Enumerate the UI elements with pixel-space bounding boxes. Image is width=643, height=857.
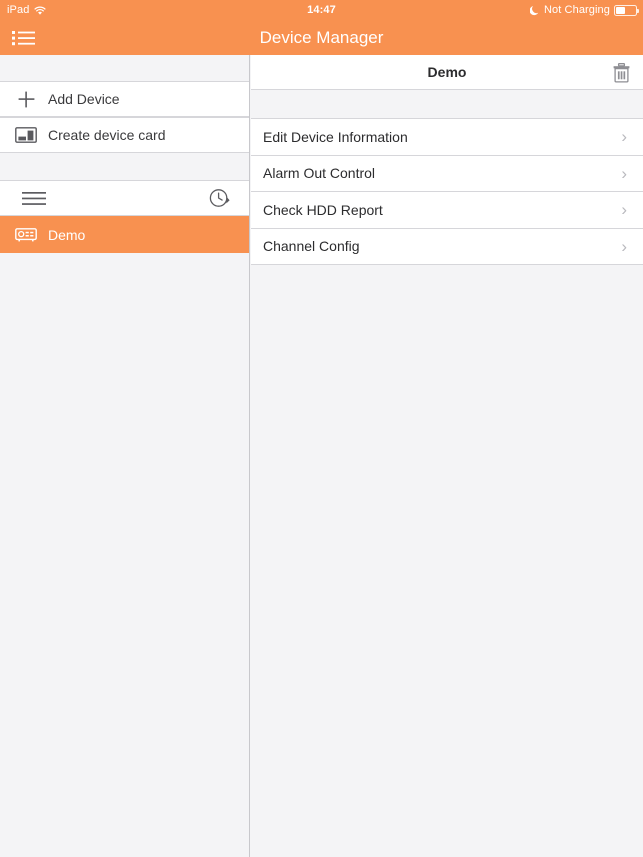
sidebar-device-demo[interactable]: Demo: [0, 216, 249, 253]
chevron-right-icon: ›: [621, 127, 627, 147]
sidebar-item-label: Create device card: [48, 127, 166, 143]
battery-icon: [614, 4, 640, 16]
detail-item-label: Channel Config: [263, 238, 360, 255]
status-bar-right: Not Charging: [529, 4, 640, 16]
detail-item-check-hdd-report[interactable]: Check HDD Report ›: [251, 192, 643, 229]
sidebar-item-create-device-card[interactable]: Create device card: [0, 117, 249, 153]
sidebar-item-add-device[interactable]: Add Device: [0, 81, 249, 117]
status-bar: iPad 14:47 Not Charging: [0, 0, 643, 20]
sidebar: Add Device Create device card Demo: [0, 55, 250, 857]
chevron-right-icon: ›: [621, 163, 627, 183]
sidebar-top-spacer: [0, 55, 249, 81]
detail-title: Demo: [427, 64, 467, 80]
detail-item-alarm-out-control[interactable]: Alarm Out Control ›: [251, 155, 643, 192]
clock-history-icon[interactable]: [209, 188, 231, 208]
nav-bar: Device Manager: [0, 20, 643, 55]
chevron-right-icon: ›: [621, 236, 627, 256]
trash-icon[interactable]: [612, 63, 631, 88]
device-card-icon: [12, 126, 40, 144]
sidebar-section-spacer: [0, 153, 249, 180]
sidebar-device-label: Demo: [48, 226, 86, 243]
sidebar-item-label: Add Device: [48, 91, 120, 107]
detail-header: Demo: [251, 55, 643, 90]
detail-pane: Demo Edit Device Information › Alarm Out…: [251, 55, 643, 857]
plus-icon: [12, 91, 40, 108]
detail-item-label: Alarm Out Control: [263, 165, 376, 182]
sidebar-toolbar: [0, 180, 249, 216]
chevron-right-icon: ›: [621, 200, 627, 220]
hamburger-icon[interactable]: [22, 191, 46, 206]
charging-status-label: Not Charging: [543, 4, 610, 16]
detail-item-channel-config[interactable]: Channel Config ›: [251, 228, 643, 265]
detail-item-edit-device-information[interactable]: Edit Device Information ›: [251, 119, 643, 156]
page-title: Device Manager: [259, 27, 384, 47]
dvr-device-icon: [12, 227, 40, 242]
detail-section-spacer: [251, 90, 643, 119]
app-root: iPad 14:47 Not Charging Device Manager A…: [0, 0, 643, 857]
detail-item-label: Edit Device Information: [263, 128, 408, 145]
moon-icon: [529, 5, 540, 16]
detail-item-label: Check HDD Report: [263, 201, 383, 218]
